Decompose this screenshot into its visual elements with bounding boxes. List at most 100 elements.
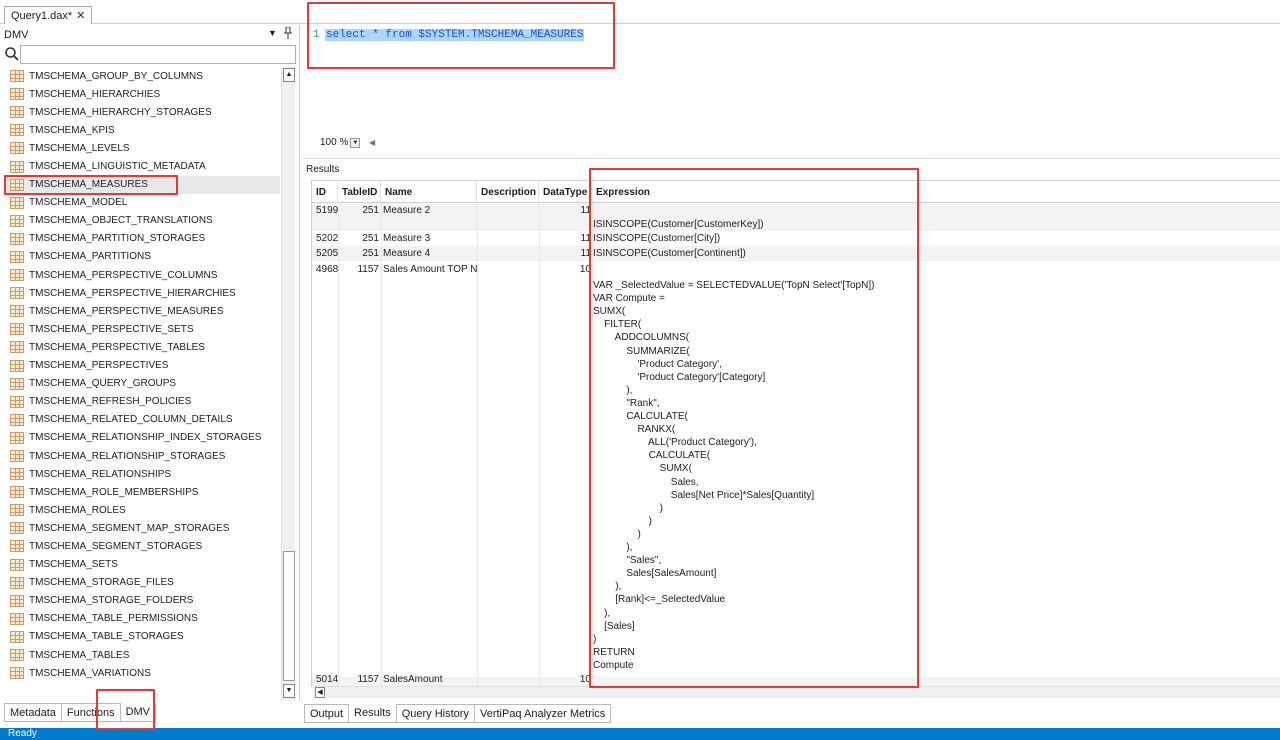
table-icon — [10, 522, 24, 535]
tab-vertipaq-analyzer-metrics[interactable]: VertiPaq Analyzer Metrics — [473, 704, 612, 723]
tab-dmv[interactable]: DMV — [119, 703, 157, 722]
column-header[interactable]: Expression — [592, 181, 1280, 203]
tree-item[interactable]: TMSCHEMA_LEVELS — [4, 139, 280, 157]
tree-item[interactable]: TMSCHEMA_STORAGE_FOLDERS — [4, 592, 280, 610]
tree-item[interactable]: TMSCHEMA_ROLES — [4, 501, 280, 519]
cell-name[interactable]: Sales Amount TOP N — [383, 264, 478, 275]
document-tab-query1[interactable]: Query1.dax* ✕ — [4, 6, 93, 24]
tree-item[interactable]: TMSCHEMA_MEASURES — [4, 175, 280, 194]
scroll-up-icon[interactable]: ▲ — [283, 68, 295, 82]
cell-name[interactable]: Measure 3 — [383, 233, 430, 244]
table-icon — [10, 232, 24, 245]
pin-icon[interactable] — [283, 26, 293, 42]
tree-item[interactable]: TMSCHEMA_TABLE_STORAGES — [4, 628, 280, 646]
tree-item[interactable]: TMSCHEMA_PERSPECTIVE_MEASURES — [4, 302, 280, 320]
splitter[interactable] — [302, 158, 1280, 159]
cell-expression[interactable]: ISINSCOPE(Customer[Continent]) — [593, 248, 746, 259]
code-line[interactable]: select * from $SYSTEM.TMSCHEMA_MEASURES — [325, 29, 585, 41]
scroll-down-icon[interactable]: ▼ — [283, 684, 295, 698]
column-header[interactable]: DataType — [539, 181, 592, 203]
row-highlight — [312, 203, 1280, 231]
tree-item[interactable]: TMSCHEMA_VARIATIONS — [4, 664, 280, 682]
cell-table-id[interactable]: 251 — [340, 248, 379, 259]
tree-item[interactable]: TMSCHEMA_QUERY_GROUPS — [4, 375, 280, 393]
tree-item[interactable]: TMSCHEMA_SEGMENT_STORAGES — [4, 537, 280, 555]
cell-data-type[interactable]: 11 — [541, 248, 591, 259]
tree-item[interactable]: TMSCHEMA_OBJECT_TRANSLATIONS — [4, 212, 280, 230]
tree-item[interactable]: TMSCHEMA_PERSPECTIVE_SETS — [4, 320, 280, 338]
tree-item-label: TMSCHEMA_RELATIONSHIP_INDEX_STORAGES — [29, 432, 262, 444]
tree-item[interactable]: TMSCHEMA_PARTITIONS — [4, 248, 280, 266]
tree-item[interactable]: TMSCHEMA_MODEL — [4, 194, 280, 212]
expression-line: ) — [593, 515, 652, 527]
column-header[interactable]: Name — [381, 181, 477, 203]
cell-table-id[interactable]: 251 — [340, 233, 379, 244]
tree-item[interactable]: TMSCHEMA_GROUP_BY_COLUMNS — [4, 67, 280, 85]
cell-name[interactable]: Measure 4 — [383, 248, 430, 259]
cell-data-type[interactable]: 11 — [541, 205, 591, 216]
tree-item[interactable]: TMSCHEMA_PARTITION_STORAGES — [4, 230, 280, 248]
tree-item[interactable]: TMSCHEMA_HIERARCHIES — [4, 85, 280, 103]
tree-item[interactable]: TMSCHEMA_RELATIONSHIPS — [4, 465, 280, 483]
cell-id[interactable]: 5202 — [316, 233, 338, 244]
tree-item[interactable]: TMSCHEMA_TABLE_PERMISSIONS — [4, 610, 280, 628]
tree-item-label: TMSCHEMA_PERSPECTIVES — [29, 360, 169, 372]
tree-item[interactable]: TMSCHEMA_PERSPECTIVE_COLUMNS — [4, 266, 280, 284]
cell-id[interactable]: 5205 — [316, 248, 338, 259]
chevron-down-icon[interactable]: ▼ — [268, 28, 277, 38]
tree-scrollbar[interactable]: ▲ ▼ — [281, 67, 295, 700]
tree-item-label: TMSCHEMA_STORAGE_FILES — [29, 577, 174, 589]
zoom-level: 100 % — [320, 137, 349, 148]
tab-output[interactable]: Output — [304, 704, 350, 723]
results-grid[interactable]: ID TableID Name Description DataType Expressi… — [311, 180, 1280, 687]
cell-data-type[interactable]: 10 — [541, 264, 591, 275]
tree-item[interactable]: TMSCHEMA_PERSPECTIVES — [4, 357, 280, 375]
tab-metadata[interactable]: Metadata — [4, 703, 62, 722]
close-icon[interactable]: ✕ — [76, 9, 85, 22]
cell-id[interactable]: 4968 — [316, 264, 338, 275]
tree-item[interactable]: TMSCHEMA_KPIS — [4, 121, 280, 139]
search-input[interactable] — [20, 45, 296, 64]
zoom-dropdown-icon[interactable]: ▼ — [350, 137, 361, 148]
tree-item-label: TMSCHEMA_QUERY_GROUPS — [29, 378, 177, 390]
tree-item[interactable]: TMSCHEMA_RELATIONSHIP_INDEX_STORAGES — [4, 429, 280, 447]
tree-item[interactable]: TMSCHEMA_RELATED_COLUMN_DETAILS — [4, 411, 280, 429]
query-editor[interactable]: 1 select * from $SYSTEM.TMSCHEMA_MEASURE… — [304, 25, 1280, 155]
tree-item[interactable]: TMSCHEMA_HIERARCHY_STORAGES — [4, 103, 280, 121]
scrollbar-thumb[interactable] — [283, 551, 295, 681]
zoom-control[interactable]: 100 % ▼ — [320, 137, 361, 148]
cell-name[interactable]: SalesAmount — [383, 674, 442, 685]
tree-item[interactable]: TMSCHEMA_LINGUISTIC_METADATA — [4, 157, 280, 175]
tree-item[interactable]: TMSCHEMA_ROLE_MEMBERSHIPS — [4, 483, 280, 501]
tree-item[interactable]: TMSCHEMA_TABLES — [4, 646, 280, 664]
tab-functions[interactable]: Functions — [60, 703, 121, 722]
cell-id[interactable]: 5199 — [316, 205, 338, 216]
cell-name[interactable]: Measure 2 — [383, 205, 430, 216]
scroll-left-icon[interactable]: ◀ — [315, 687, 325, 698]
cell-id[interactable]: 5014 — [316, 674, 338, 685]
table-icon — [10, 359, 24, 372]
cell-data-type[interactable]: 11 — [541, 233, 591, 244]
expression-line: Sales[SalesAmount] — [593, 568, 717, 580]
tab-query-history[interactable]: Query History — [395, 704, 475, 723]
tab-results[interactable]: Results — [348, 704, 397, 723]
tree-item[interactable]: TMSCHEMA_RELATIONSHIP_STORAGES — [4, 447, 280, 465]
tree-item[interactable]: TMSCHEMA_PERSPECTIVE_HIERARCHIES — [4, 284, 280, 302]
tree-item[interactable]: TMSCHEMA_SETS — [4, 556, 280, 574]
column-header[interactable]: Description — [477, 181, 539, 203]
cell-table-id[interactable]: 1157 — [340, 674, 379, 685]
grid-horizontal-scrollbar[interactable]: ◀ — [313, 686, 1280, 698]
cell-data-type[interactable]: 10 — [541, 674, 591, 685]
tree-item-label: TMSCHEMA_SEGMENT_STORAGES — [29, 540, 203, 552]
tree-item[interactable]: TMSCHEMA_PERSPECTIVE_TABLES — [4, 338, 280, 356]
cell-expression[interactable]: ISINSCOPE(Customer[City]) — [593, 233, 720, 244]
cell-expression[interactable]: ISINSCOPE(Customer[CustomerKey]) — [593, 219, 764, 230]
scroll-left-icon[interactable]: ◀ — [369, 138, 375, 147]
cell-table-id[interactable]: 251 — [340, 205, 379, 216]
tree-item[interactable]: TMSCHEMA_REFRESH_POLICIES — [4, 393, 280, 411]
column-header[interactable]: ID — [312, 181, 338, 203]
column-header[interactable]: TableID — [338, 181, 381, 203]
tree-item[interactable]: TMSCHEMA_SEGMENT_MAP_STORAGES — [4, 519, 280, 537]
tree-item[interactable]: TMSCHEMA_STORAGE_FILES — [4, 574, 280, 592]
cell-table-id[interactable]: 1157 — [340, 264, 379, 275]
